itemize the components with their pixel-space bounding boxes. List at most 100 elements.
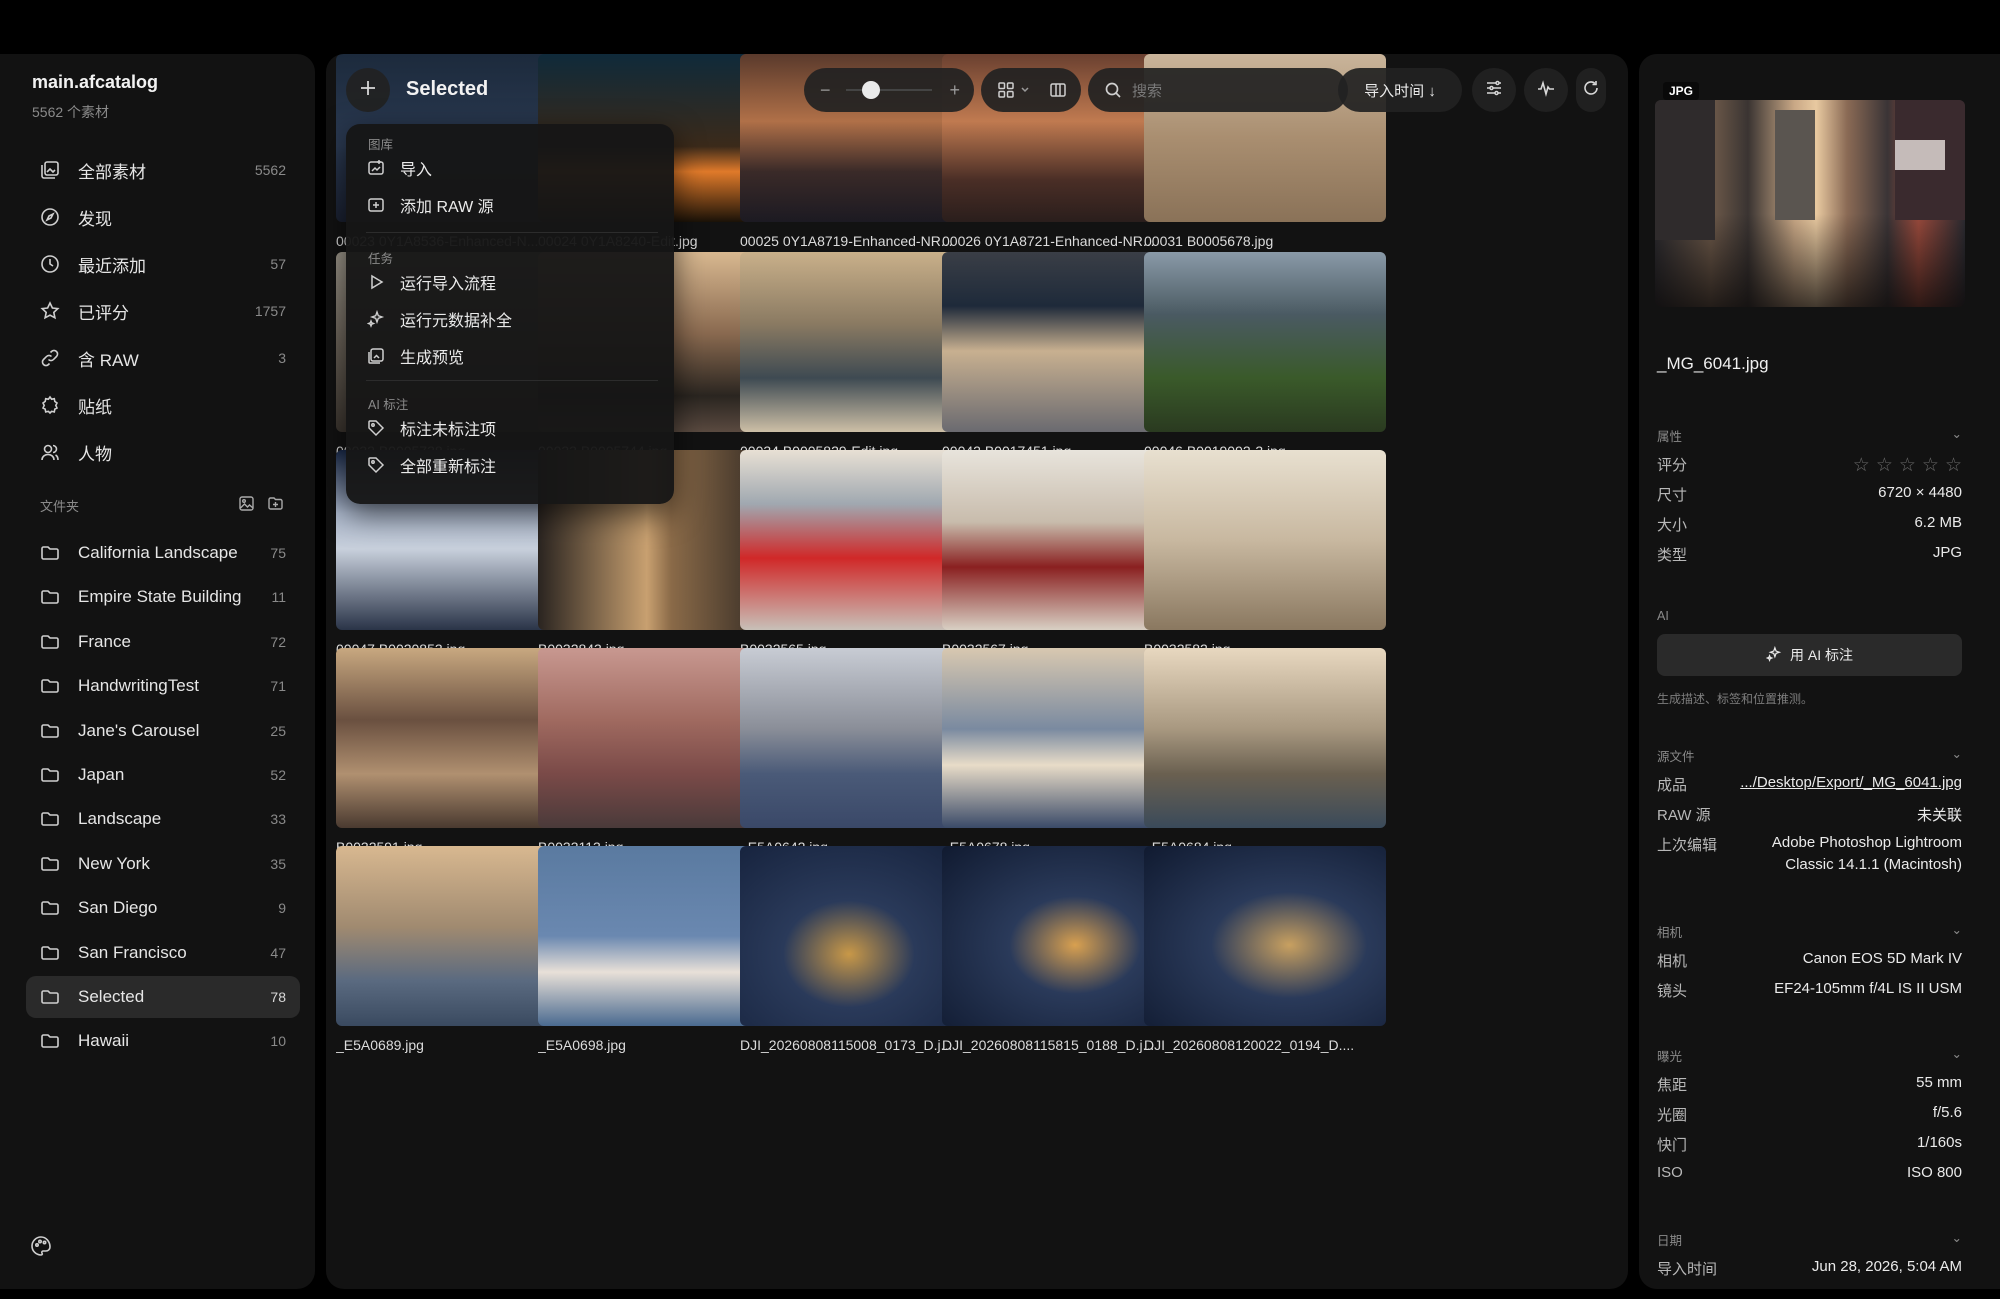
chevron-down-icon[interactable] [1020,81,1030,104]
photo-thumbnail[interactable] [1144,252,1386,432]
star-icon[interactable]: ☆ [1876,454,1893,477]
folder-item[interactable]: Empire State Building 11 [26,576,300,618]
menu-add-raw-source[interactable]: 添加 RAW 源 [366,188,658,222]
add-button[interactable] [346,68,390,112]
star-icon [38,299,62,323]
filter-button[interactable] [1472,68,1516,112]
photo-tile[interactable]: 00046 B0019092-3.jpg10765 × 7153 · 47.3 … [1144,252,1386,477]
folder-icon [38,630,62,654]
section-properties[interactable]: 属性 ⌄ [1657,426,1962,445]
preview-building-left [1655,100,1715,240]
folder-item[interactable]: California Landscape 75 [26,532,300,574]
folder-item[interactable]: San Francisco 47 [26,932,300,974]
catalog-name[interactable]: main.afcatalog [32,72,158,93]
zoom-in-button[interactable]: + [949,80,960,101]
star-icon[interactable]: ☆ [1945,454,1962,477]
folder-add-icon[interactable] [267,495,284,517]
folder-icon [38,807,62,831]
size-value: 6720 × 4480 [1878,484,1962,501]
folder-item[interactable]: San Diego 9 [26,887,300,929]
output-path-link[interactable]: .../Desktop/Export/_MG_6041.jpg [1740,774,1962,795]
lastedit-label: 上次编辑 [1657,837,1718,854]
library-icon [38,158,62,182]
masonry-view-icon[interactable] [1049,81,1067,104]
chevron-down-icon: ⌄ [1951,747,1962,761]
star-icon[interactable]: ☆ [1922,454,1939,477]
photo-tile[interactable]: B0032582.jpg10565 × 8422 · 60.0 MB [1144,450,1386,675]
menu-import[interactable]: 导入 [366,151,658,185]
imported-label: 导入时间 [1657,1261,1718,1278]
folder-item[interactable]: HandwritingTest 71 [26,665,300,707]
folder-label: Landscape [78,809,162,829]
zoom-slider[interactable]: − + [804,68,974,112]
nav-recently-added[interactable]: 最近添加 57 [26,243,300,285]
sort-button[interactable]: 导入时间 ↓ [1338,68,1462,112]
nav-all-assets[interactable]: 全部素材 5562 [26,149,300,191]
import-icon [366,158,386,178]
focal-value: 55 mm [1916,1074,1962,1091]
section-date[interactable]: 日期 ⌄ [1657,1230,1962,1249]
nav-people[interactable]: 人物 [26,431,300,473]
nav-label: 人物 [78,444,112,464]
ai-tag-button[interactable]: 用 AI 标注 [1657,634,1962,676]
photo-thumbnail[interactable] [1144,450,1386,630]
folder-item[interactable]: Landscape 33 [26,798,300,840]
section-camera[interactable]: 相机 ⌄ [1657,922,1962,941]
nav-label: 贴纸 [78,397,112,417]
sparkles-icon [1765,645,1782,665]
zoom-knob[interactable] [861,81,880,99]
folder-label: San Francisco [78,942,187,962]
preview-billboard [1895,140,1945,170]
folder-item[interactable]: New York 35 [26,843,300,885]
menu-run-metadata-fill[interactable]: 运行元数据补全 [366,302,658,336]
menu-tag-untagged[interactable]: 标注未标注项 [366,411,658,445]
folder-icon [38,896,62,920]
nav-label: 全部素材 [78,162,146,182]
image-add-icon[interactable] [238,495,255,517]
photo-tile[interactable]: _E5A0684.jpg6937 × 4416 · 8.3 MB [1144,648,1386,873]
folder-label: Jane's Carousel [78,720,200,740]
rating-stars[interactable]: ☆ ☆ ☆ ☆ ☆ [1853,454,1962,477]
folder-label: New York [78,853,150,873]
zoom-out-button[interactable]: − [820,80,831,101]
search-input[interactable]: 搜索 [1088,68,1348,112]
activity-button[interactable] [1524,68,1568,112]
folder-item[interactable]: France 72 [26,621,300,663]
section-exposure[interactable]: 曝光 ⌄ [1657,1046,1962,1065]
plus-icon [359,79,377,102]
folder-item[interactable]: Japan 52 [26,754,300,796]
palette-icon[interactable] [30,1235,54,1259]
aperture-value: f/5.6 [1932,1104,1962,1121]
nav-stickers[interactable]: 贴纸 [26,384,300,426]
section-label: 属性 [1657,430,1683,444]
folder-label: Hawaii [78,1031,130,1051]
folder-label: HandwritingTest [78,676,199,696]
photo-filename: 00031 B0005678.jpg [1144,233,1274,249]
lastedit-value-1: Adobe Photoshop Lightroom [1771,834,1962,851]
refresh-button[interactable] [1576,68,1606,112]
folder-item[interactable]: Hawaii 10 [26,1020,300,1062]
pulse-icon [1537,79,1555,102]
grid-view-icon[interactable] [997,81,1015,104]
photo-thumbnail[interactable] [1144,648,1386,828]
raw-value: 未关联 [1916,807,1962,824]
star-icon[interactable]: ☆ [1899,454,1916,477]
photo-tile[interactable]: DJI_20260808120022_0194_D.... [1144,846,1386,1057]
lens-row: 镜头 EF24-105mm f/4L IS II USM [1657,980,1962,1001]
folder-item[interactable]: Jane's Carousel 25 [26,710,300,752]
nav-discover[interactable]: 发现 [26,196,300,238]
lastedit-row-2: Classic 14.1.1 (Macintosh) [1657,856,1962,873]
chevron-down-icon: ⌄ [1951,427,1962,441]
nav-rated[interactable]: 已评分 1757 [26,290,300,332]
nav-has-raw[interactable]: 含 RAW 3 [26,337,300,379]
preview-icon [366,346,386,366]
folder-item[interactable]: Selected 78 [26,976,300,1018]
menu-retag-all[interactable]: 全部重新标注 [366,448,658,482]
menu-run-import-flow[interactable]: 运行导入流程 [366,265,658,299]
star-icon[interactable]: ☆ [1853,454,1870,477]
add-menu: 图库 导入 添加 RAW 源 任务 运行导入流程 运行元数据补全 生成预览 AI… [346,124,674,504]
sliders-icon [1485,79,1503,102]
section-source[interactable]: 源文件 ⌄ [1657,746,1962,765]
menu-generate-previews[interactable]: 生成预览 [366,339,658,373]
photo-thumbnail[interactable] [1144,846,1386,1026]
